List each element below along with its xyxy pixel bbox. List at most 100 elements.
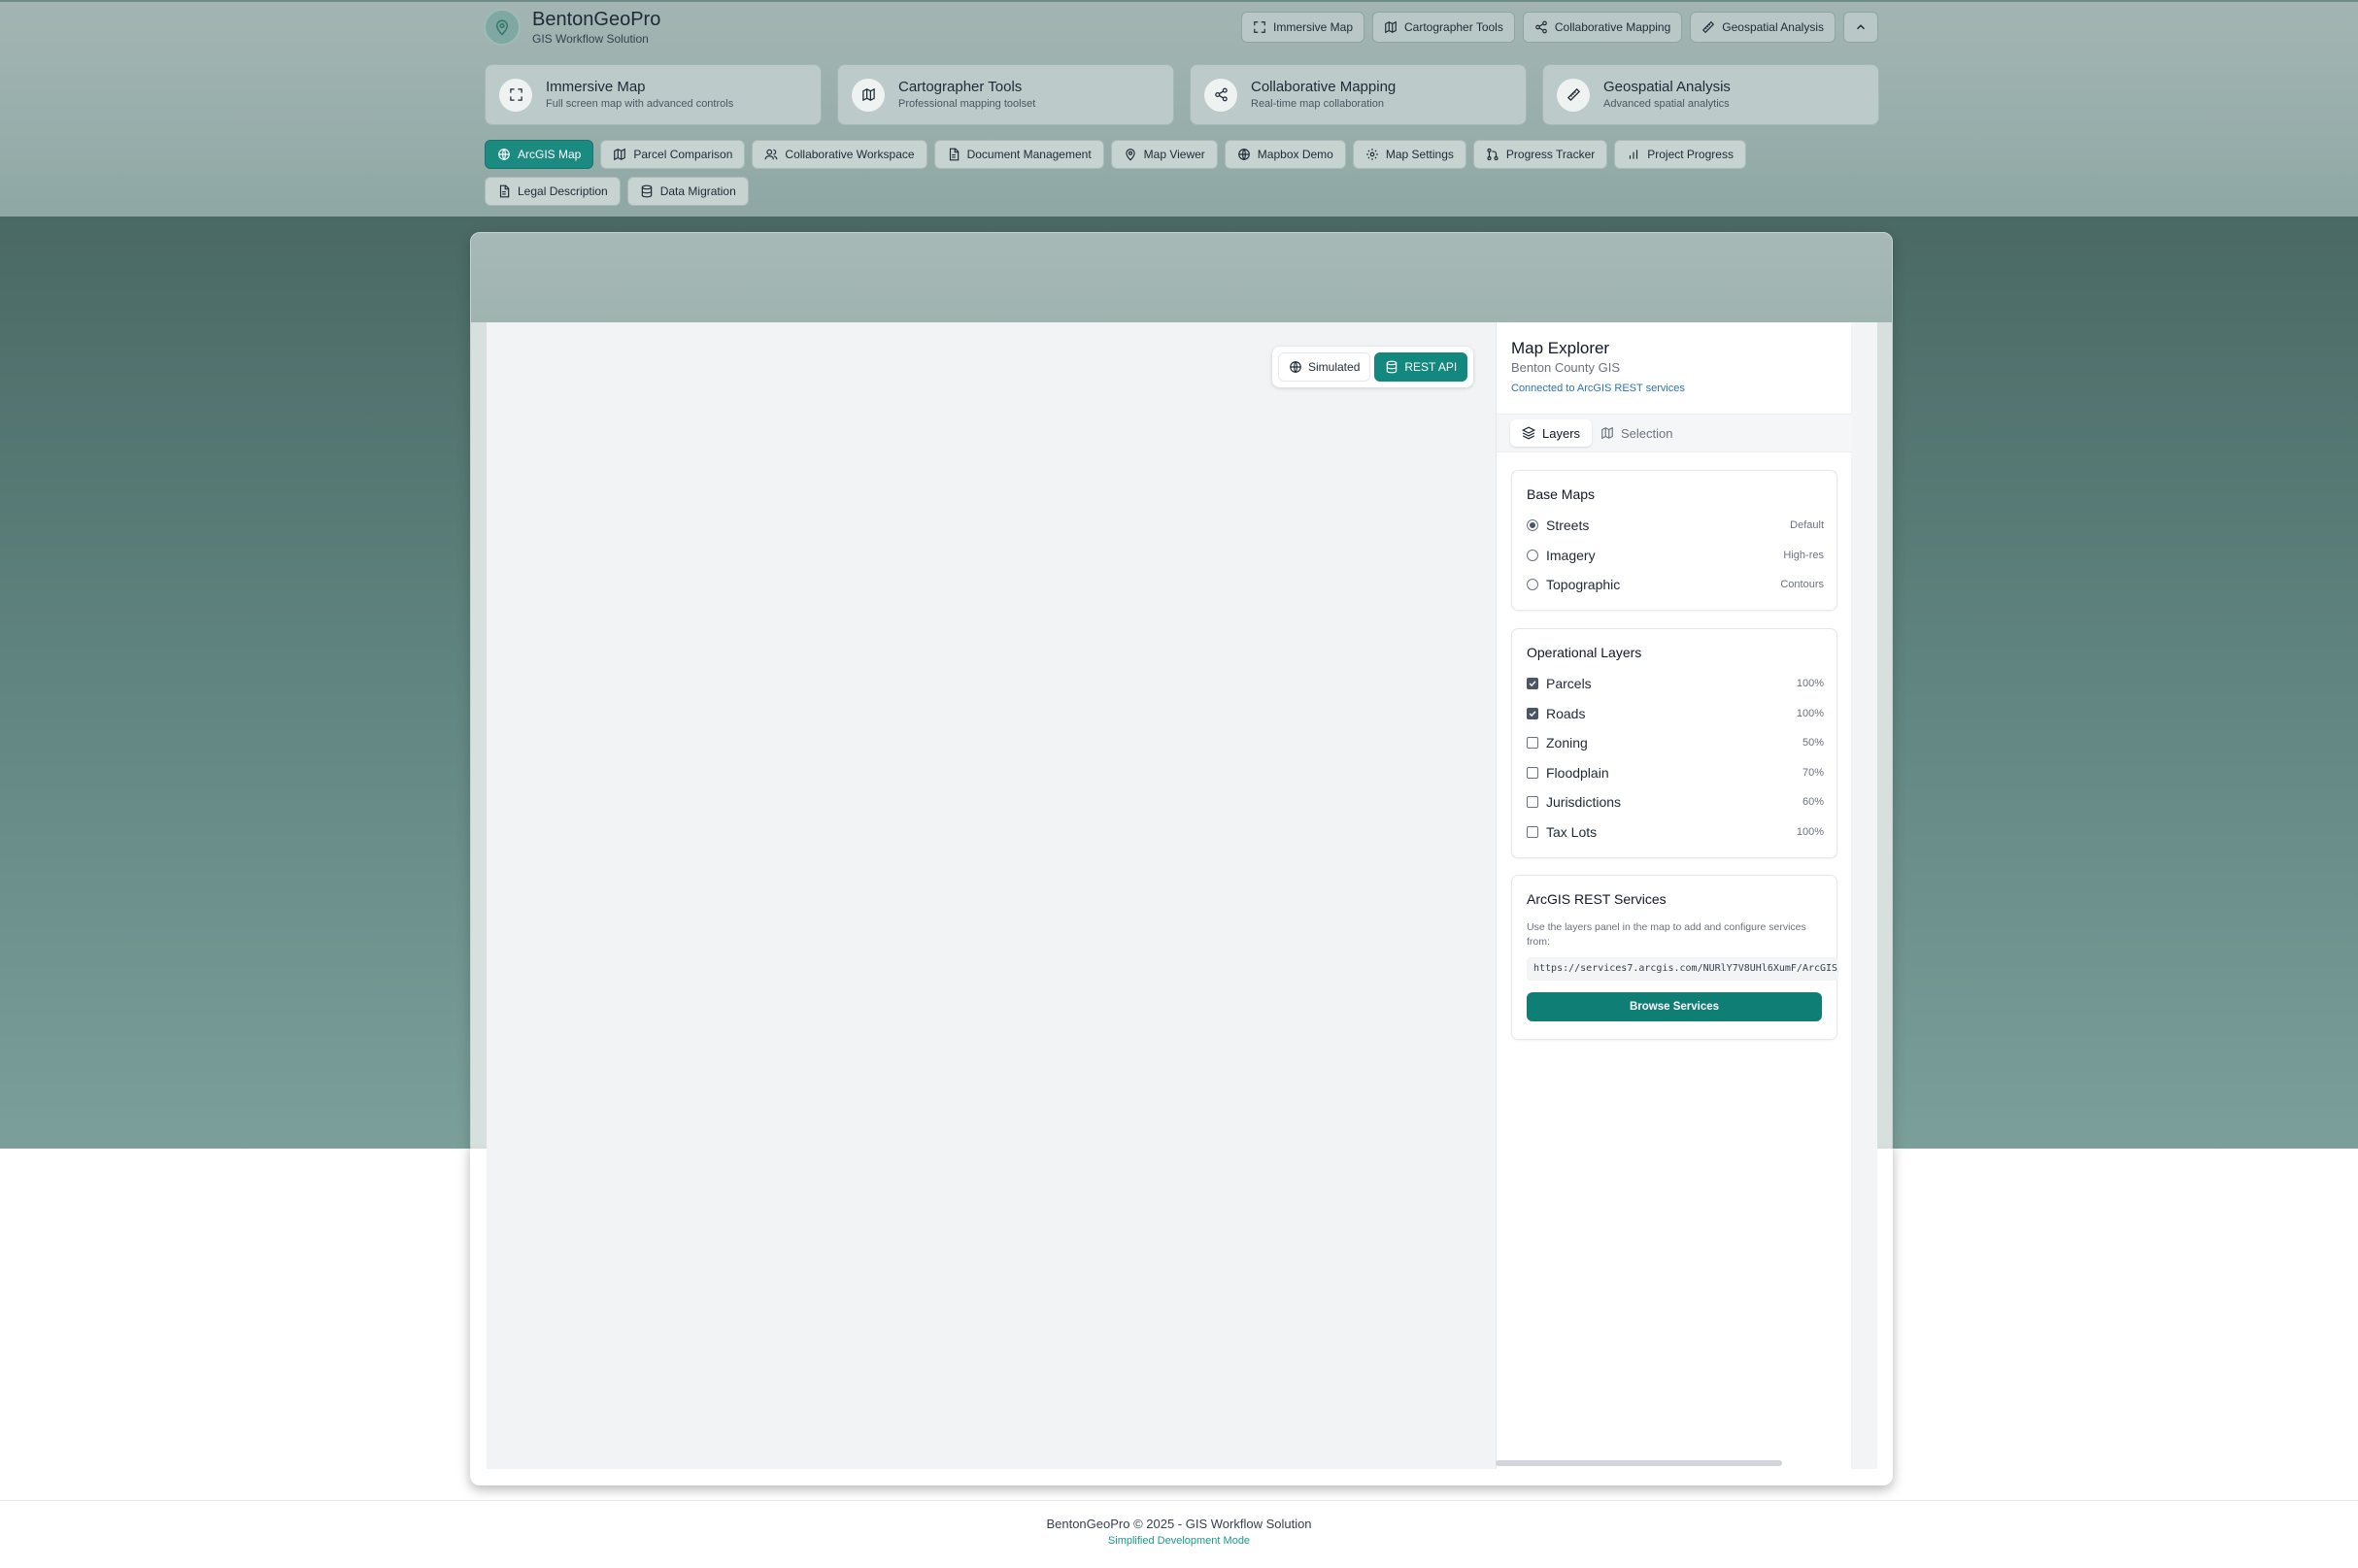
layer-option[interactable]: Roads 100% — [1527, 704, 1824, 723]
expand-icon — [1254, 21, 1265, 33]
rest-services-card: ArcGIS REST Services Use the layers pane… — [1511, 875, 1838, 1040]
layers-icon — [1522, 426, 1535, 440]
rest-services-url[interactable]: https://services7.arcgis.com/NURlY7V8UHl… — [1527, 957, 1838, 981]
layer-label: Jurisdictions — [1546, 794, 1622, 810]
nav-data-migration[interactable]: Data Migration — [626, 177, 749, 206]
feature-card-geospatial-analysis[interactable]: Geospatial Analysis Advanced spatial ana… — [1542, 64, 1879, 125]
connection-status: Connected to ArcGIS REST services — [1511, 383, 1685, 394]
nav-map-viewer[interactable]: Map Viewer — [1110, 140, 1218, 169]
checkbox[interactable] — [1527, 796, 1538, 808]
rest-api-mode-button[interactable]: REST API — [1374, 352, 1468, 382]
panel-tabs: Layers Selection — [1497, 414, 1852, 452]
option-note: Default — [1790, 519, 1824, 531]
rest-api-label: REST API — [1404, 360, 1458, 374]
nav-document-management[interactable]: Document Management — [933, 140, 1104, 169]
simulated-mode-button[interactable]: Simulated — [1278, 352, 1371, 382]
users-icon — [764, 149, 778, 160]
feature-description: Full screen map with advanced controls — [546, 98, 734, 110]
radio-button[interactable] — [1527, 579, 1538, 590]
panel-subtitle: Benton County GIS — [1511, 360, 1621, 375]
rest-services-title: ArcGIS REST Services — [1527, 891, 1667, 907]
layer-option[interactable]: Parcels 100% — [1527, 674, 1824, 693]
document-icon — [499, 184, 510, 198]
collapse-header-button[interactable] — [1843, 12, 1878, 43]
top-quick-actions: Immersive Map Cartographer Tools Collabo… — [1241, 12, 1878, 43]
base-map-option[interactable]: Imagery High-res — [1527, 546, 1824, 565]
git-branch-icon — [1487, 148, 1499, 161]
layer-option[interactable]: Jurisdictions 60% — [1527, 792, 1824, 812]
rest-services-description: Use the layers panel in the map to add a… — [1527, 921, 1806, 948]
nav-label: Map Viewer — [1143, 148, 1205, 161]
feature-card-collaborative-mapping[interactable]: Collaborative Mapping Real-time map coll… — [1190, 64, 1527, 125]
checkbox[interactable] — [1527, 826, 1538, 838]
layer-opacity: 100% — [1796, 708, 1824, 719]
simulated-label: Simulated — [1308, 360, 1361, 374]
map-icon — [1601, 426, 1613, 440]
nav-label: Project Progress — [1647, 148, 1734, 161]
brand[interactable]: BentonGeoPro GIS Workflow Solution — [484, 8, 660, 47]
layer-label: Parcels — [1546, 676, 1592, 691]
feature-description: Advanced spatial analytics — [1603, 98, 1730, 110]
feature-cards: Immersive Map Full screen map with advan… — [485, 64, 1879, 125]
nav-map-settings[interactable]: Map Settings — [1352, 140, 1466, 169]
layer-label: Tax Lots — [1546, 824, 1598, 840]
checkbox[interactable] — [1527, 678, 1538, 689]
pin-icon — [1125, 149, 1135, 161]
brand-subtitle: GIS Workflow Solution — [532, 32, 649, 46]
checkbox[interactable] — [1527, 708, 1538, 719]
radio-button[interactable] — [1527, 550, 1538, 561]
map-icon — [614, 148, 626, 161]
layer-option[interactable]: Tax Lots 100% — [1527, 822, 1824, 842]
app-header: BentonGeoPro GIS Workflow Solution Immer… — [0, 0, 2358, 217]
tab-selection[interactable]: Selection — [1589, 419, 1684, 447]
nav-project-progress[interactable]: Project Progress — [1614, 140, 1746, 169]
nav-progress-tracker[interactable]: Progress Tracker — [1472, 140, 1608, 169]
database-icon — [641, 184, 652, 198]
nav-label: Mapbox Demo — [1257, 148, 1333, 161]
nav-mapbox-demo[interactable]: Mapbox Demo — [1224, 140, 1346, 169]
nav-label: Map Settings — [1385, 148, 1454, 161]
top-collaborative-mapping-button[interactable]: Collaborative Mapping — [1522, 12, 1683, 43]
tab-layers[interactable]: Layers — [1510, 419, 1593, 447]
nav-parcel-comparison[interactable]: Parcel Comparison — [600, 140, 746, 169]
database-icon — [1387, 360, 1398, 374]
map-icon — [1385, 20, 1397, 34]
nav-label: Data Migration — [659, 184, 736, 198]
horizontal-scrollbar[interactable] — [1496, 1460, 1782, 1466]
feature-card-immersive-map[interactable]: Immersive Map Full screen map with advan… — [485, 64, 822, 125]
top-immersive-map-button[interactable]: Immersive Map — [1241, 12, 1365, 43]
main-navigation: ArcGIS Map Parcel Comparison Collaborati… — [485, 140, 1883, 206]
map-icon — [852, 78, 885, 112]
nav-label: Parcel Comparison — [633, 148, 733, 161]
document-icon — [949, 148, 959, 161]
nav-label: ArcGIS Map — [518, 148, 582, 161]
option-label: Imagery — [1546, 548, 1596, 563]
top-cartographer-tools-button[interactable]: Cartographer Tools — [1372, 12, 1515, 43]
footer-mode: Simplified Development Mode — [1107, 1535, 1251, 1547]
checkbox[interactable] — [1527, 737, 1538, 749]
panel-title: Map Explorer — [1511, 339, 1610, 357]
layer-option[interactable]: Floodplain 70% — [1527, 763, 1824, 783]
feature-description: Real-time map collaboration — [1251, 98, 1384, 110]
map-canvas[interactable] — [487, 322, 1496, 1469]
panel-header: Map Explorer Benton County GIS Connected… — [1511, 338, 1685, 397]
radio-button[interactable] — [1527, 519, 1538, 531]
base-maps-card: Base Maps Streets Default Imagery High-r… — [1511, 470, 1837, 611]
nav-collaborative-workspace[interactable]: Collaborative Workspace — [752, 140, 927, 169]
top-geospatial-analysis-button[interactable]: Geospatial Analysis — [1690, 12, 1836, 43]
browse-services-button[interactable]: Browse Services — [1527, 992, 1822, 1021]
nav-label: Legal Description — [518, 184, 608, 198]
globe-icon — [1237, 149, 1250, 160]
layer-label: Roads — [1546, 706, 1586, 721]
data-source-toggle: Simulated REST API — [1272, 347, 1474, 387]
share-icon — [1535, 20, 1547, 34]
layer-option[interactable]: Zoning 50% — [1527, 733, 1824, 752]
layer-opacity: 70% — [1802, 767, 1824, 779]
feature-card-cartographer-tools[interactable]: Cartographer Tools Professional mapping … — [837, 64, 1174, 125]
base-map-option[interactable]: Streets Default — [1527, 516, 1824, 535]
nav-legal-description[interactable]: Legal Description — [485, 177, 621, 206]
base-map-option[interactable]: Topographic Contours — [1527, 575, 1824, 594]
checkbox[interactable] — [1527, 767, 1538, 779]
nav-arcgis-map[interactable]: ArcGIS Map — [485, 140, 594, 169]
ruler-icon — [1557, 78, 1590, 112]
